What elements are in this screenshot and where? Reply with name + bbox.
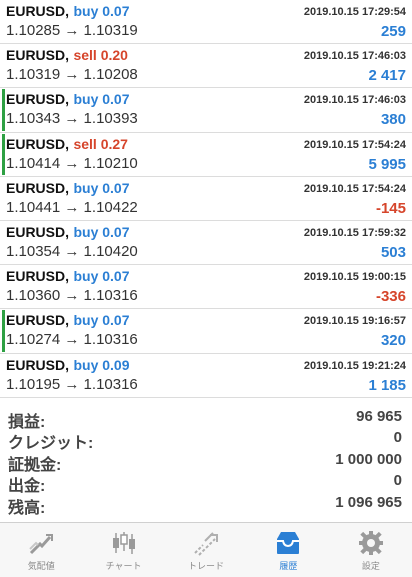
trade-time: 2019.10.15 19:21:24	[303, 359, 406, 372]
trade-profit: 259	[380, 23, 406, 40]
trade-profit: -145	[375, 199, 406, 217]
trade-profit: 2 417	[368, 67, 406, 85]
chart-icon	[109, 529, 139, 557]
trade-time: 2019.10.15 19:00:15	[303, 271, 406, 284]
trade-time: 2019.10.15 19:16:57	[303, 315, 406, 328]
tab-label: チャート	[105, 561, 142, 571]
summary-label: 残高:	[8, 499, 46, 517]
trade-prices: 1.10360 → 1.10316	[6, 287, 138, 305]
history-icon	[273, 529, 303, 557]
quotes-icon	[26, 529, 56, 557]
summary-value: 0	[393, 472, 402, 490]
summary-value: 0	[393, 429, 402, 447]
summary-row: 残高: 1 096 965	[0, 493, 412, 517]
trade-side: buy 0.09	[73, 356, 130, 373]
trade-symbol: EURUSD,	[6, 47, 70, 64]
trade-side: buy 0.07	[73, 312, 130, 329]
summary-row: 証拠金: 1 000 000	[0, 450, 412, 474]
tab-quotes[interactable]: 気配値	[0, 523, 82, 577]
trade-side: buy 0.07	[73, 3, 130, 19]
summary-label: 損益:	[8, 414, 46, 431]
trade-time: 2019.10.15 17:59:32	[303, 226, 406, 239]
trade-prices: 1.10354 → 1.10420	[6, 242, 138, 260]
trade-row[interactable]: EURUSD, sell 0.20 2019.10.15 17:46:03 1.…	[0, 44, 412, 89]
trade-icon	[191, 529, 221, 557]
summary-label: 証拠金:	[8, 456, 62, 474]
trade-time: 2019.10.15 17:29:54	[303, 6, 406, 18]
summary-row: 損益: 96 965	[0, 408, 412, 431]
trade-profit: 5 995	[368, 155, 406, 173]
tab-chart[interactable]: チャート	[82, 523, 164, 577]
tab-label: 気配値	[27, 561, 55, 571]
trade-profit: 1 185	[368, 376, 406, 394]
trade-prices: 1.10285 → 1.10319	[6, 22, 138, 39]
trade-profit: 380	[380, 111, 406, 129]
trade-row[interactable]: EURUSD, buy 0.07 2019.10.15 17:54:24 1.1…	[0, 177, 412, 221]
trade-symbol: EURUSD,	[6, 135, 70, 152]
trade-row[interactable]: EURUSD, buy 0.07 2019.10.15 19:16:57 1.1…	[0, 309, 412, 354]
tab-history[interactable]: 履歴	[247, 523, 329, 577]
trade-side: sell 0.20	[73, 47, 128, 64]
trade-time: 2019.10.15 17:54:24	[303, 138, 406, 151]
summary-value: 1 096 965	[335, 493, 402, 511]
trade-prices: 1.10274 → 1.10316	[6, 331, 138, 349]
trade-symbol: EURUSD,	[6, 356, 70, 373]
trade-row[interactable]: EURUSD, sell 0.27 2019.10.15 17:54:24 1.…	[0, 133, 412, 177]
trade-side: buy 0.07	[73, 268, 130, 285]
trade-symbol: EURUSD,	[6, 179, 70, 196]
summary-row: クレジット: 0	[0, 429, 412, 453]
bottom-tab-bar: 気配値 チャート トレード 履歴 設定	[0, 522, 412, 577]
trade-row[interactable]: EURUSD, buy 0.07 2019.10.15 17:29:54 1.1…	[0, 0, 412, 45]
trade-prices: 1.10319 → 1.10208	[6, 66, 138, 84]
trade-history-list: EURUSD, buy 0.07 2019.10.15 17:29:54 1.1…	[0, 0, 412, 398]
trade-row[interactable]: EURUSD, buy 0.07 2019.10.15 19:00:15 1.1…	[0, 265, 412, 310]
trade-prices: 1.10414 → 1.10210	[6, 154, 138, 172]
trade-symbol: EURUSD,	[6, 3, 70, 19]
trade-profit: 320	[380, 332, 406, 350]
settings-icon	[356, 529, 386, 557]
trade-symbol: EURUSD,	[6, 268, 70, 285]
trade-prices: 1.10343 → 1.10393	[6, 110, 138, 128]
trade-row[interactable]: EURUSD, buy 0.09 2019.10.15 19:21:24 1.1…	[0, 354, 412, 398]
trade-prices: 1.10195 → 1.10316	[6, 375, 138, 393]
trade-side: buy 0.07	[73, 223, 130, 240]
trade-row[interactable]: EURUSD, buy 0.07 2019.10.15 17:59:32 1.1…	[0, 221, 412, 266]
trade-profit: -336	[375, 288, 406, 306]
summary-row: 出金: 0	[0, 472, 412, 496]
tab-label: 履歴	[279, 561, 298, 571]
trade-symbol: EURUSD,	[6, 312, 70, 329]
summary-label: クレジット:	[8, 435, 94, 453]
trade-side: sell 0.27	[73, 135, 128, 152]
trade-side: buy 0.07	[73, 91, 130, 108]
trade-prices: 1.10441 → 1.10422	[6, 198, 138, 216]
trade-time: 2019.10.15 17:54:24	[303, 182, 406, 195]
trade-profit: 503	[380, 243, 406, 261]
tab-label: トレード	[188, 561, 225, 571]
account-summary: 損益: 96 965 クレジット: 0 証拠金: 1 000 000 出金: 0…	[0, 408, 412, 517]
trade-symbol: EURUSD,	[6, 223, 70, 240]
trade-side: buy 0.07	[73, 179, 130, 196]
summary-value: 1 000 000	[335, 450, 402, 468]
trade-time: 2019.10.15 17:46:03	[303, 50, 406, 63]
summary-value: 96 965	[356, 408, 402, 425]
trade-row[interactable]: EURUSD, buy 0.07 2019.10.15 17:46:03 1.1…	[0, 88, 412, 133]
tab-label: 設定	[361, 561, 380, 571]
tab-settings[interactable]: 設定	[330, 523, 412, 577]
tab-trade[interactable]: トレード	[165, 523, 247, 577]
summary-label: 出金:	[8, 478, 46, 496]
trade-time: 2019.10.15 17:46:03	[303, 94, 406, 107]
trade-symbol: EURUSD,	[6, 91, 70, 108]
